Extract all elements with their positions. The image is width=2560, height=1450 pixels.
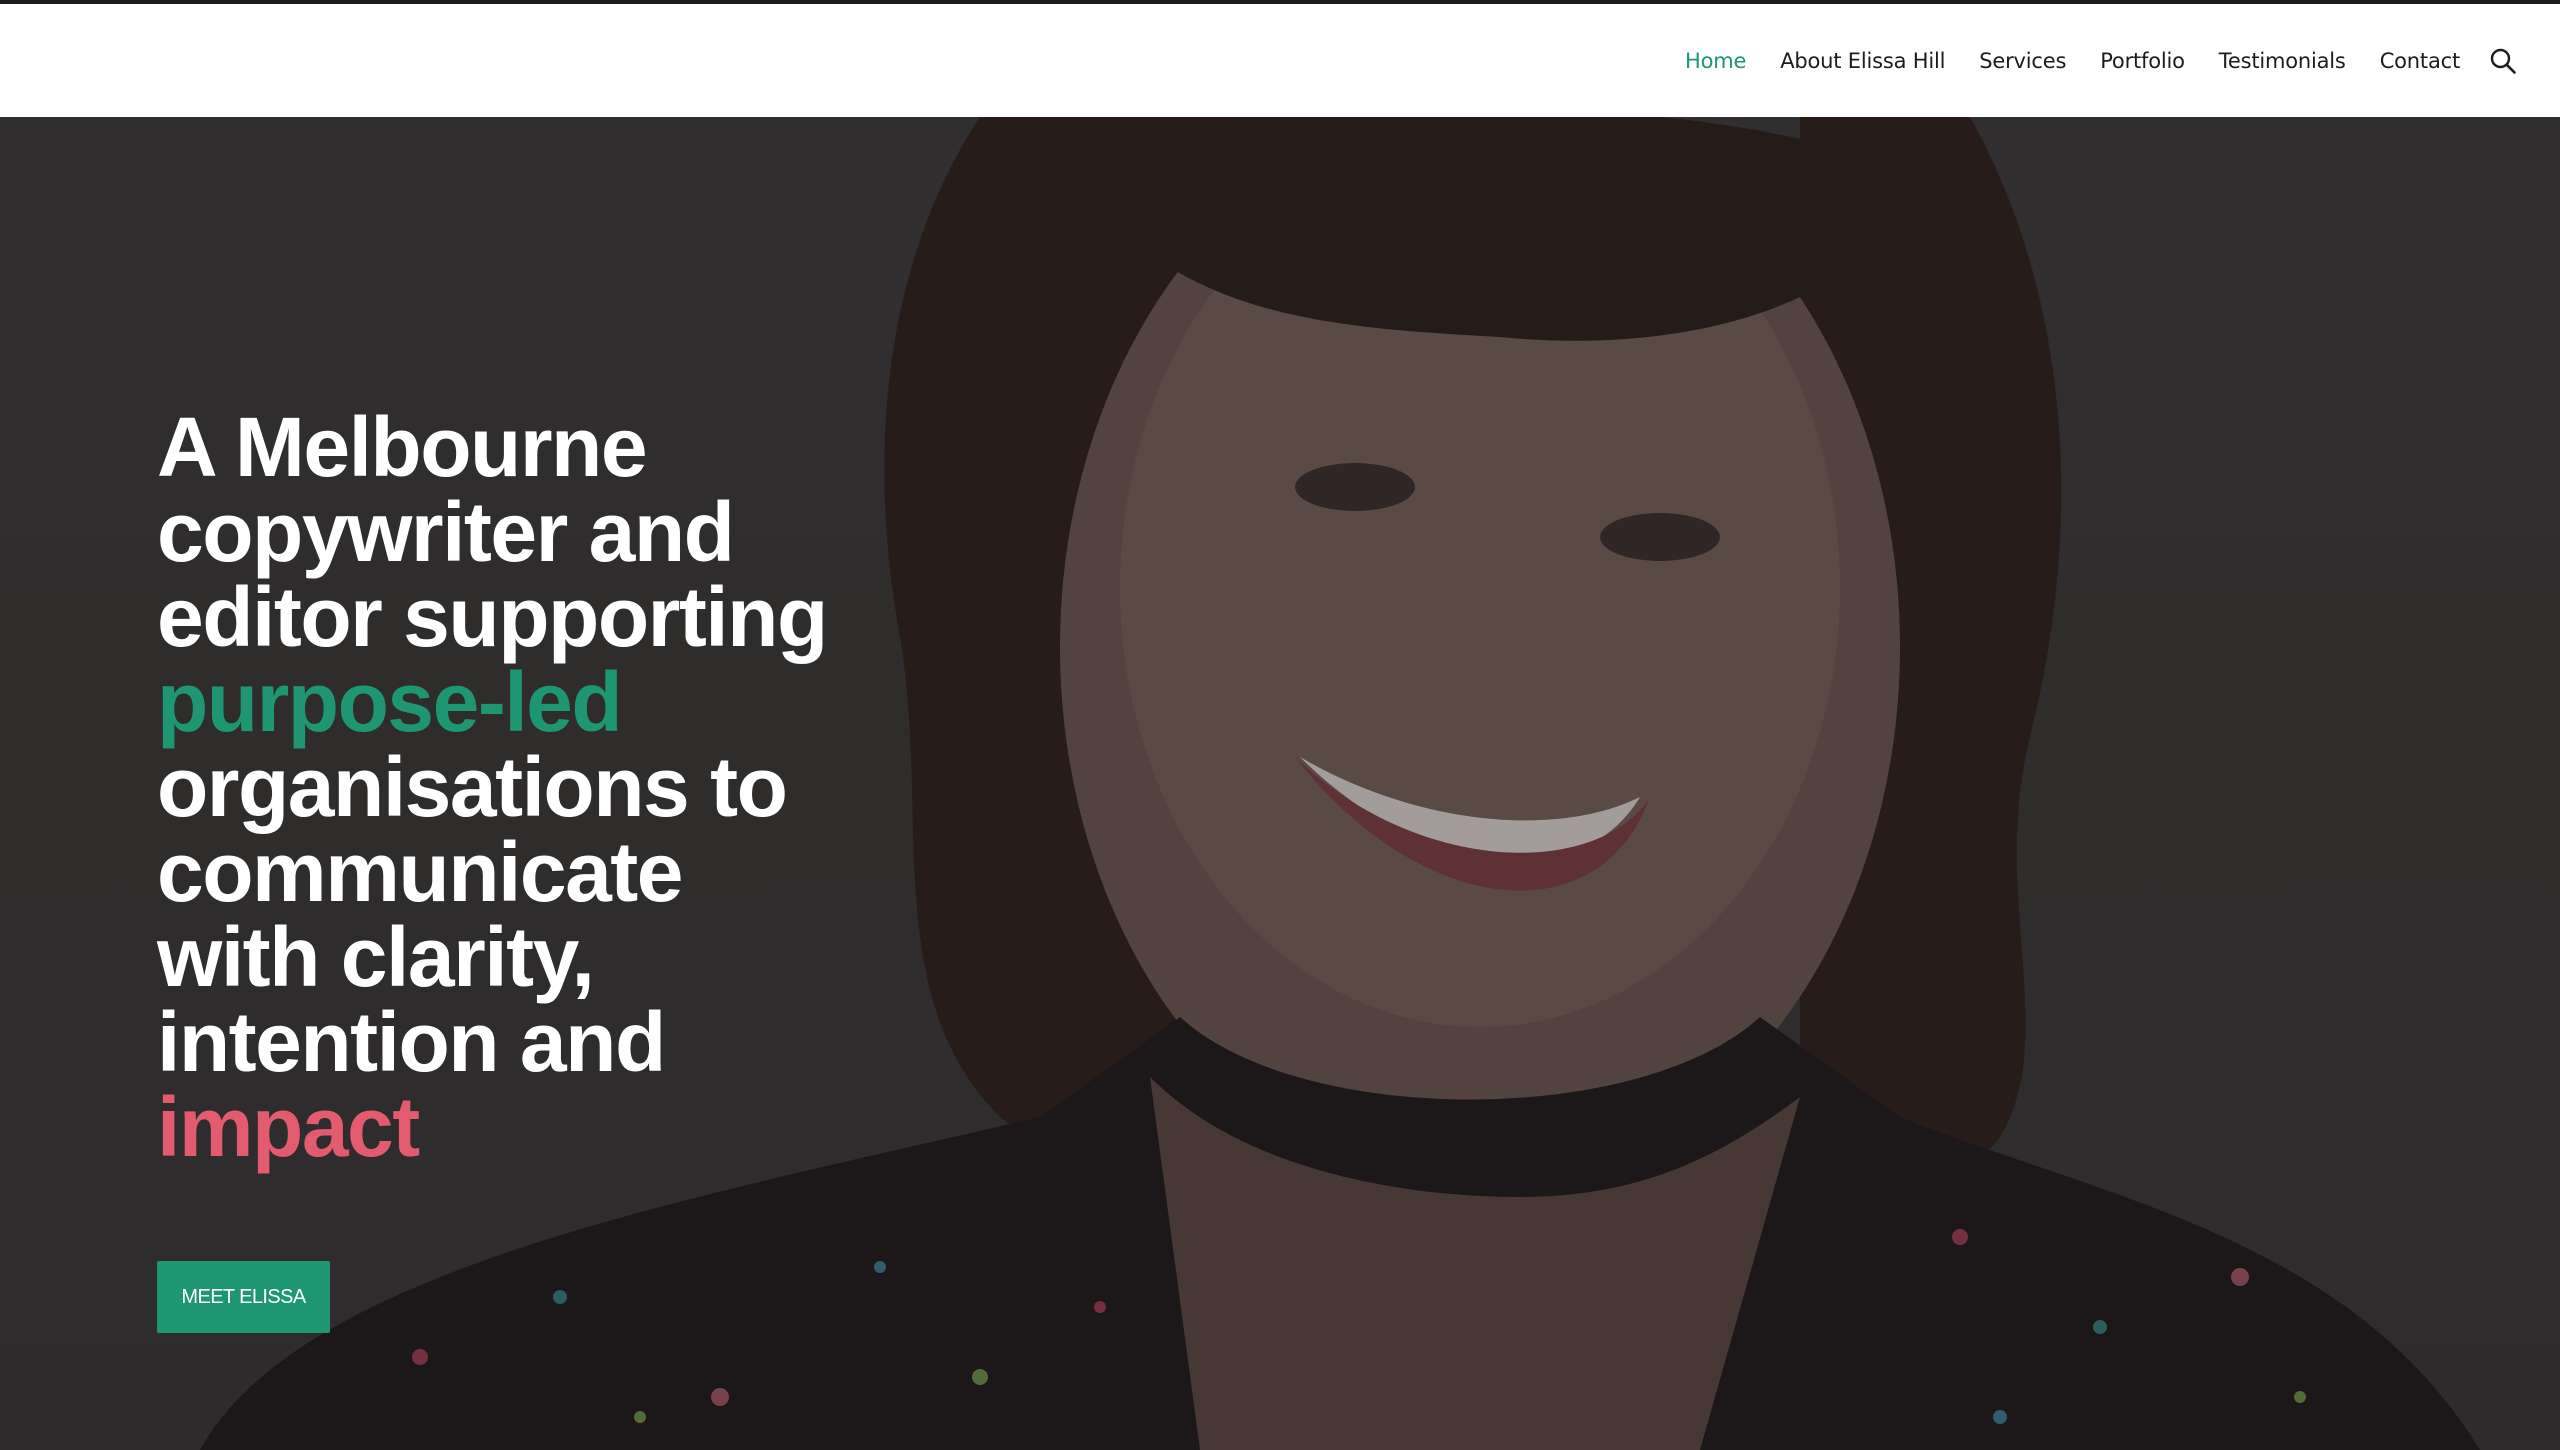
hero-section: A Melbourne copywriter and editor supporti… — [0, 117, 2560, 1450]
headline-highlight-pink: impact — [157, 1080, 420, 1174]
nav-item-contact[interactable]: Contact — [2380, 49, 2461, 73]
search-icon — [2490, 48, 2516, 74]
nav-item-home[interactable]: Home — [1685, 49, 1746, 73]
site-header: Home About Elissa Hill Services Portfoli… — [0, 4, 2560, 117]
headline-line-7: with clarity, — [157, 910, 595, 1004]
headline-highlight-green: purpose-led — [157, 655, 623, 749]
nav-item-services[interactable]: Services — [1979, 49, 2066, 73]
headline-line-2: copywriter and — [157, 485, 735, 579]
headline-line-8: intention and — [157, 995, 666, 1089]
meet-elissa-button[interactable]: MEET ELISSA — [157, 1261, 330, 1333]
headline-line-1: A Melbourne — [157, 400, 648, 494]
main-nav: Home About Elissa Hill Services Portfoli… — [1651, 4, 2560, 117]
hero-headline: A Melbourne copywriter and editor supporti… — [157, 405, 917, 1170]
nav-item-about[interactable]: About Elissa Hill — [1780, 49, 1945, 73]
nav-item-portfolio[interactable]: Portfolio — [2100, 49, 2185, 73]
page: Home About Elissa Hill Services Portfoli… — [0, 0, 2560, 1450]
headline-line-6: communicate — [157, 825, 684, 919]
headline-line-3: editor supporting — [157, 570, 828, 664]
search-button[interactable] — [2486, 44, 2520, 78]
headline-line-5: organisations to — [157, 740, 788, 834]
nav-item-testimonials[interactable]: Testimonials — [2219, 49, 2346, 73]
